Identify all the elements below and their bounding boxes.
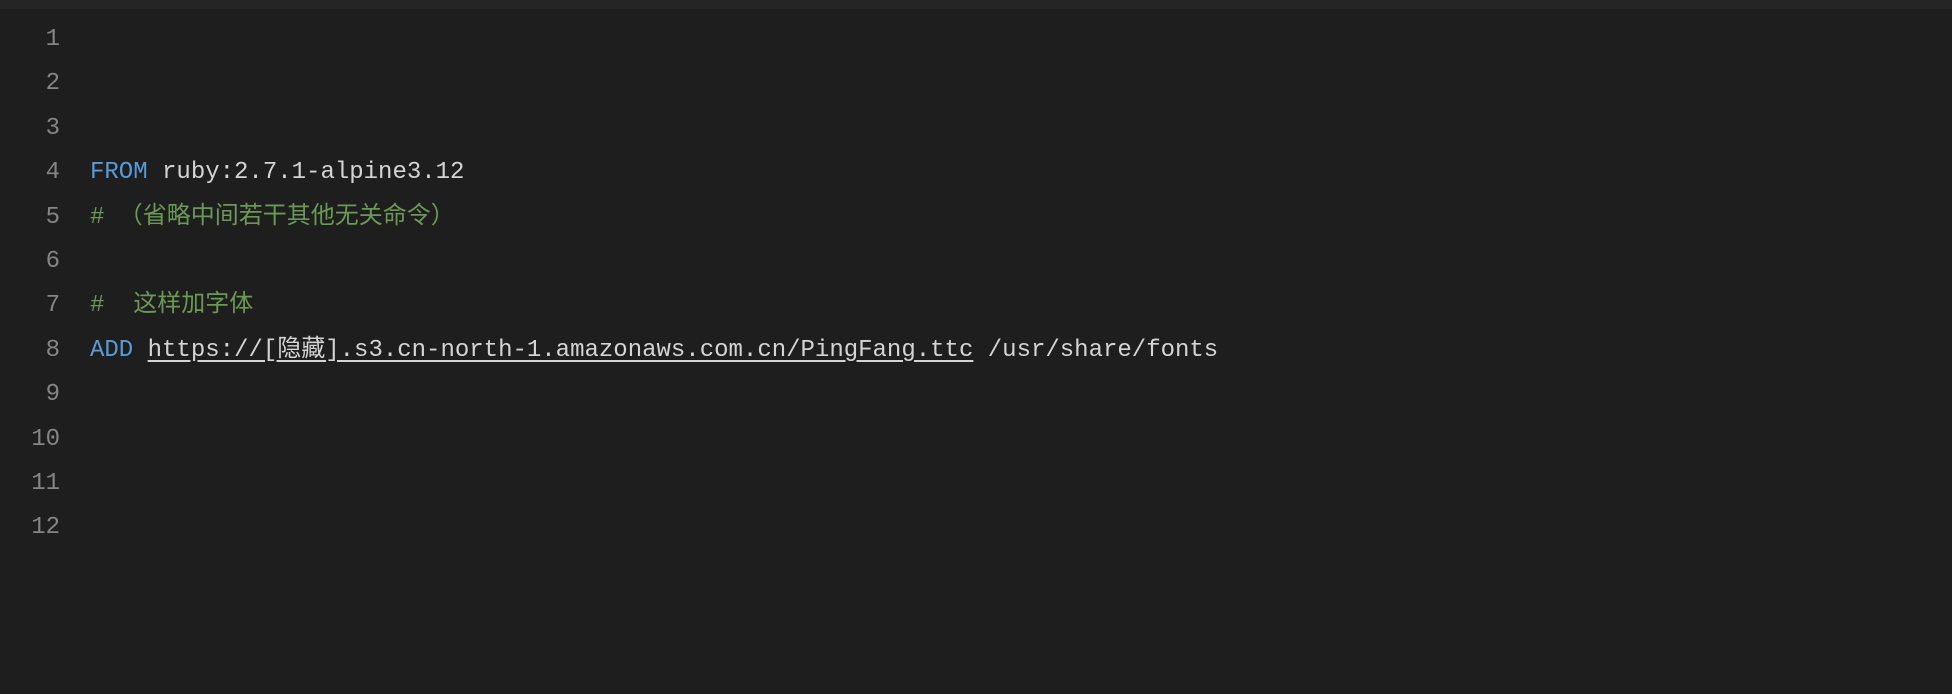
code-line[interactable] [90,506,1952,550]
code-token: /usr/share/fonts [973,337,1218,364]
code-line[interactable]: # （省略中间若干其他无关命令） [90,196,1952,240]
code-line[interactable] [90,62,1952,106]
code-line[interactable]: ADD https://[隐藏].s3.cn-north-1.amazonaws… [90,329,1952,373]
code-editor[interactable]: 123456789101112 FROM ruby:2.7.1-alpine3.… [0,10,1952,694]
line-number: 6 [0,240,60,284]
line-number: 9 [0,373,60,417]
editor-tab-strip [0,0,1952,10]
line-number: 4 [0,151,60,195]
code-line[interactable] [90,18,1952,62]
line-number-gutter: 123456789101112 [0,18,90,694]
code-token: https://[隐藏].s3.cn-north-1.amazonaws.com… [148,337,974,364]
code-token: ruby:2.7.1-alpine3.12 [148,159,465,186]
code-token: ADD [90,337,133,364]
code-token [133,337,147,364]
code-line[interactable] [90,107,1952,151]
code-token: # 这样加字体 [90,292,253,319]
code-content[interactable]: FROM ruby:2.7.1-alpine3.12 # （省略中间若干其他无关命… [90,18,1952,694]
line-number: 8 [0,329,60,373]
line-number: 10 [0,418,60,462]
line-number: 3 [0,107,60,151]
line-number: 7 [0,284,60,328]
line-number: 1 [0,18,60,62]
code-line[interactable] [90,462,1952,506]
code-line[interactable]: # 这样加字体 [90,284,1952,328]
code-token: FROM [90,159,148,186]
code-line[interactable] [90,373,1952,417]
code-line[interactable] [90,240,1952,284]
code-token: # （省略中间若干其他无关命令） [90,204,455,231]
line-number: 2 [0,62,60,106]
code-line[interactable]: FROM ruby:2.7.1-alpine3.12 [90,151,1952,195]
code-line[interactable] [90,418,1952,462]
line-number: 5 [0,196,60,240]
line-number: 11 [0,462,60,506]
line-number: 12 [0,506,60,550]
